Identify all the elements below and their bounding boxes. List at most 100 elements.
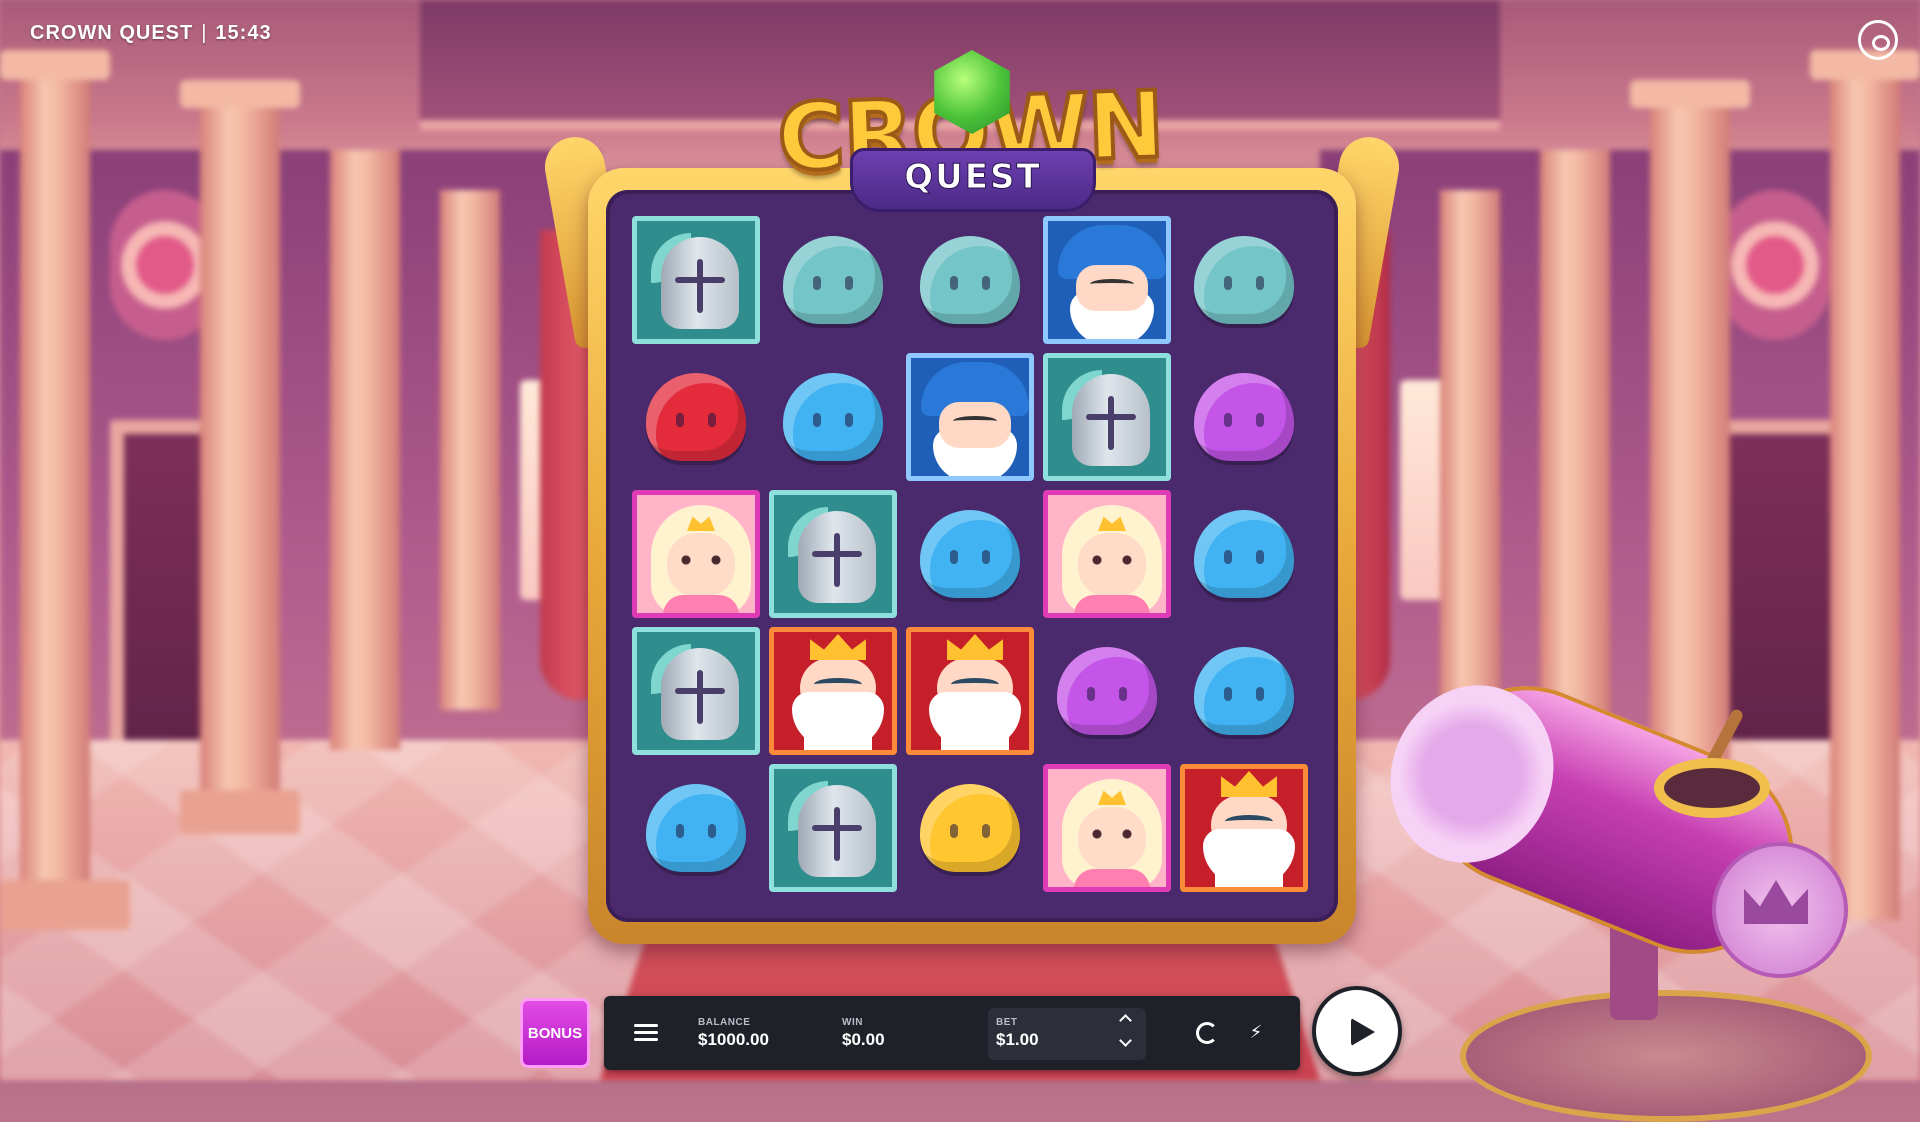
grid-cell	[630, 488, 762, 620]
grid-cell	[1178, 351, 1310, 483]
wizard-symbol-icon[interactable]	[1043, 216, 1171, 344]
game-logo: CROWN QUEST	[740, 44, 1200, 212]
knight-symbol-icon[interactable]	[632, 627, 760, 755]
grid-cell	[1178, 762, 1310, 894]
king-symbol-icon[interactable]	[906, 627, 1034, 755]
bet-value: $1.00	[996, 1030, 1039, 1049]
balance-label: BALANCE	[698, 1017, 751, 1028]
purple-slime-icon[interactable]	[1194, 373, 1294, 461]
blue-slime-icon[interactable]	[783, 373, 883, 461]
helmet	[798, 785, 876, 877]
grid-cell	[767, 351, 899, 483]
blue-slime-icon[interactable]	[920, 510, 1020, 598]
grid-cell	[904, 214, 1036, 346]
win-label: WIN	[842, 1017, 863, 1028]
balance-display: BALANCE $1000.00	[698, 1017, 769, 1050]
column	[440, 190, 500, 710]
column-base	[0, 880, 130, 930]
column	[1650, 90, 1730, 830]
grid-cell	[1041, 488, 1173, 620]
grid-cell	[904, 625, 1036, 757]
column-capital	[0, 50, 110, 80]
game-name: CROWN QUEST	[30, 22, 194, 44]
eyes	[1092, 555, 1132, 565]
grid-cell	[767, 625, 899, 757]
eyes	[814, 678, 862, 691]
blue-slime-icon[interactable]	[646, 784, 746, 872]
grid-cell	[904, 351, 1036, 483]
red-slime-icon[interactable]	[646, 373, 746, 461]
grid-cell	[630, 762, 762, 894]
eyes	[1225, 815, 1273, 828]
crown-icon	[1221, 771, 1277, 797]
knight-symbol-icon[interactable]	[769, 490, 897, 618]
grid-cell	[1178, 488, 1310, 620]
bonus-button[interactable]: BONUS	[520, 998, 590, 1068]
win-display: WIN $0.00	[842, 1017, 885, 1050]
princess-symbol-icon[interactable]	[632, 490, 760, 618]
yellow-slime-icon[interactable]	[920, 784, 1020, 872]
helmet	[1072, 374, 1150, 466]
eyes	[951, 678, 999, 691]
purple-slime-icon[interactable]	[1057, 647, 1157, 735]
grid-cell	[630, 351, 762, 483]
princess-symbol-icon[interactable]	[1043, 764, 1171, 892]
grid-cell	[1178, 625, 1310, 757]
clock: 15:43	[215, 22, 272, 44]
grid-cell	[767, 762, 899, 894]
dress	[1074, 595, 1150, 613]
wizard-symbol-icon[interactable]	[906, 353, 1034, 481]
autoplay-icon[interactable]	[1196, 1022, 1218, 1044]
grid-cell	[630, 625, 762, 757]
bet-up-icon[interactable]	[1118, 1012, 1132, 1026]
eyes	[953, 416, 997, 426]
menu-icon[interactable]	[634, 1022, 658, 1042]
right-medallion	[1720, 190, 1830, 340]
column	[1440, 190, 1500, 710]
king-symbol-icon[interactable]	[769, 627, 897, 755]
helmet	[798, 511, 876, 603]
teal-slime-icon[interactable]	[1194, 236, 1294, 324]
eyes	[681, 555, 721, 565]
spin-play-icon[interactable]	[1312, 986, 1402, 1076]
helmet	[661, 648, 739, 740]
cannon-fuse-ring	[1654, 758, 1770, 818]
column	[20, 60, 90, 920]
column	[1540, 150, 1610, 750]
logo-quest-text: QUEST	[904, 157, 1042, 198]
eye-circle-icon[interactable]	[1858, 20, 1898, 60]
logo-ribbon: QUEST	[850, 148, 1096, 212]
column-capital	[1630, 80, 1750, 108]
column	[330, 150, 400, 750]
king-symbol-icon[interactable]	[1180, 764, 1308, 892]
grid-cell	[1041, 625, 1173, 757]
turbo-icon[interactable]: ⚡︎	[1248, 1020, 1264, 1044]
cannon-pedestal	[1460, 990, 1872, 1122]
teal-slime-icon[interactable]	[783, 236, 883, 324]
column-capital	[180, 80, 300, 108]
crown-icon	[947, 634, 1003, 660]
knight-symbol-icon[interactable]	[769, 764, 897, 892]
teal-slime-icon[interactable]	[920, 236, 1020, 324]
helmet	[661, 237, 739, 329]
knight-symbol-icon[interactable]	[1043, 353, 1171, 481]
knight-symbol-icon[interactable]	[632, 216, 760, 344]
game-title-clock: CROWN QUEST | 15:43	[30, 22, 272, 45]
face	[1078, 533, 1146, 597]
dress	[663, 595, 739, 613]
bet-display: BET $1.00	[996, 1017, 1039, 1050]
grid-cell	[1178, 214, 1310, 346]
blue-slime-icon[interactable]	[1194, 510, 1294, 598]
grid-cell	[1041, 762, 1173, 894]
eyes	[1090, 279, 1134, 289]
title-separator: |	[201, 22, 208, 44]
balance-value: $1000.00	[698, 1030, 769, 1049]
bet-down-icon[interactable]	[1118, 1036, 1132, 1050]
blue-slime-icon[interactable]	[1194, 647, 1294, 735]
dress	[1074, 869, 1150, 887]
princess-symbol-icon[interactable]	[1043, 490, 1171, 618]
face	[667, 533, 735, 597]
win-value: $0.00	[842, 1030, 885, 1049]
bet-label: BET	[996, 1017, 1018, 1028]
column	[200, 90, 280, 830]
